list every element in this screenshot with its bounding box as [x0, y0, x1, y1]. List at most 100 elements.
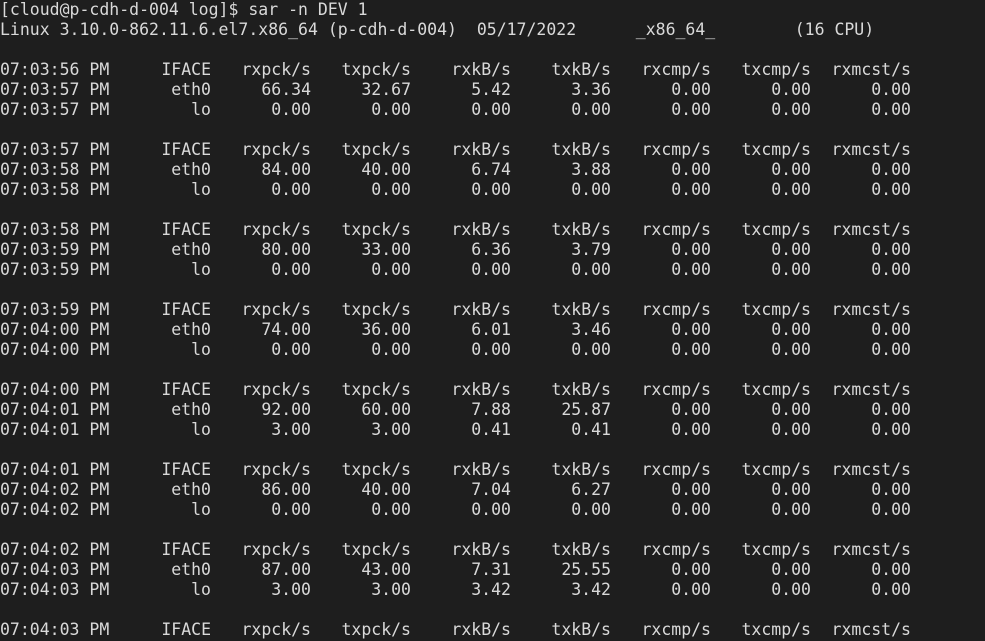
row-value-rxcmp-per-s: 0.00	[671, 100, 711, 119]
stat-row: 07:04:01 PM lo 3.00 3.00 0.41 0.41 0.00 0.00 0.0…	[0, 420, 985, 440]
row-value-txcmp-per-s: 0.00	[771, 240, 811, 259]
terminal-window[interactable]: [cloud@p-cdh-d-004 log]$ sar -n DEV 1 Li…	[0, 0, 985, 641]
stat-row: 07:03:59 PM eth0 80.00 33.00 6.36 3.79 0.00 0.0…	[0, 240, 985, 260]
column-header-rxpck-per-s: rxpck/s	[241, 220, 311, 239]
row-value-rxcmp-per-s: 0.00	[671, 180, 711, 199]
column-header-rxmcst-per-s: rxmcst/s	[831, 300, 911, 319]
row-value-txpck-per-s: 32.67	[361, 80, 411, 99]
row-value-rxpck-per-s: 0.00	[271, 180, 311, 199]
row-value-txpck-per-s: 0.00	[371, 340, 411, 359]
column-header-txcmp-per-s: txcmp/s	[741, 140, 811, 159]
column-header-txkB-per-s: txkB/s	[551, 220, 611, 239]
stat-row: 07:04:00 PM lo 0.00 0.00 0.00 0.00 0.00 0.00 0.0…	[0, 340, 985, 360]
row-iface: eth0	[171, 80, 211, 99]
header-time: 07:04:02 PM	[0, 540, 110, 559]
row-value-rxkB-per-s: 0.00	[471, 260, 511, 279]
row-iface: lo	[191, 500, 211, 519]
column-header-rxcmp-per-s: rxcmp/s	[641, 300, 711, 319]
column-header-rxkB-per-s: rxkB/s	[451, 460, 511, 479]
row-value-rxpck-per-s: 86.00	[261, 480, 311, 499]
row-value-rxmcst-per-s: 0.00	[871, 420, 911, 439]
column-header-txpck-per-s: txpck/s	[341, 380, 411, 399]
row-value-rxpck-per-s: 3.00	[271, 580, 311, 599]
row-value-rxcmp-per-s: 0.00	[671, 320, 711, 339]
row-value-rxpck-per-s: 92.00	[261, 400, 311, 419]
row-time: 07:04:00 PM	[0, 320, 110, 339]
row-time: 07:04:03 PM	[0, 580, 110, 599]
row-value-txpck-per-s: 60.00	[361, 400, 411, 419]
row-value-rxkB-per-s: 7.31	[471, 560, 511, 579]
row-value-rxmcst-per-s: 0.00	[871, 500, 911, 519]
column-header-rxmcst-per-s: rxmcst/s	[831, 460, 911, 479]
column-header-rxpck-per-s: rxpck/s	[241, 620, 311, 639]
row-value-txpck-per-s: 0.00	[371, 180, 411, 199]
stat-row: 07:04:03 PM lo 3.00 3.00 3.42 3.42 0.00 0.00 0.0…	[0, 580, 985, 600]
row-value-txkB-per-s: 0.00	[571, 100, 611, 119]
row-value-rxpck-per-s: 0.00	[271, 260, 311, 279]
column-header-row: 07:04:02 PM IFACE rxpck/s txpck/s rxkB/s txkB…	[0, 540, 985, 560]
column-header-rxkB-per-s: rxkB/s	[451, 140, 511, 159]
row-value-rxmcst-per-s: 0.00	[871, 560, 911, 579]
row-time: 07:03:58 PM	[0, 160, 110, 179]
row-time: 07:04:02 PM	[0, 480, 110, 499]
column-header-txpck-per-s: txpck/s	[341, 460, 411, 479]
column-header-txkB-per-s: txkB/s	[551, 380, 611, 399]
column-header-rxpck-per-s: rxpck/s	[241, 380, 311, 399]
column-header-rxpck-per-s: rxpck/s	[241, 460, 311, 479]
column-header-rxpck-per-s: rxpck/s	[241, 60, 311, 79]
column-header-rxcmp-per-s: rxcmp/s	[641, 620, 711, 639]
row-value-txcmp-per-s: 0.00	[771, 180, 811, 199]
column-header-txpck-per-s: txpck/s	[341, 300, 411, 319]
row-value-rxcmp-per-s: 0.00	[671, 400, 711, 419]
row-value-txkB-per-s: 3.42	[571, 580, 611, 599]
row-time: 07:04:01 PM	[0, 400, 110, 419]
row-value-txkB-per-s: 3.79	[571, 240, 611, 259]
command-prompt-line: [cloud@p-cdh-d-004 log]$ sar -n DEV 1	[0, 0, 368, 19]
row-value-txkB-per-s: 3.88	[571, 160, 611, 179]
row-value-txkB-per-s: 0.41	[571, 420, 611, 439]
row-value-txkB-per-s: 3.36	[571, 80, 611, 99]
column-header-iface: IFACE	[161, 300, 211, 319]
column-header-rxmcst-per-s: rxmcst/s	[831, 220, 911, 239]
row-iface: lo	[191, 580, 211, 599]
column-header-rxmcst-per-s: rxmcst/s	[831, 540, 911, 559]
row-value-rxcmp-per-s: 0.00	[671, 160, 711, 179]
column-header-txkB-per-s: txkB/s	[551, 140, 611, 159]
row-value-txpck-per-s: 43.00	[361, 560, 411, 579]
row-value-rxkB-per-s: 0.41	[471, 420, 511, 439]
column-header-iface: IFACE	[161, 620, 211, 639]
stat-row: 07:04:00 PM eth0 74.00 36.00 6.01 3.46 0.00 0.0…	[0, 320, 985, 340]
stat-row: 07:04:02 PM eth0 86.00 40.00 7.04 6.27 0.00 0.0…	[0, 480, 985, 500]
row-value-txcmp-per-s: 0.00	[771, 260, 811, 279]
stat-row: 07:04:03 PM eth0 87.00 43.00 7.31 25.55 0.00 0.…	[0, 560, 985, 580]
column-header-rxkB-per-s: rxkB/s	[451, 300, 511, 319]
column-header-iface: IFACE	[161, 60, 211, 79]
column-header-rxmcst-per-s: rxmcst/s	[831, 380, 911, 399]
column-header-row: 07:04:03 PM IFACE rxpck/s txpck/s rxkB/s txkB…	[0, 620, 985, 640]
row-value-rxmcst-per-s: 0.00	[871, 320, 911, 339]
row-value-rxkB-per-s: 0.00	[471, 500, 511, 519]
row-value-txpck-per-s: 40.00	[361, 480, 411, 499]
row-value-rxmcst-per-s: 0.00	[871, 240, 911, 259]
stat-row: 07:03:58 PM lo 0.00 0.00 0.00 0.00 0.00 0.00 0.0…	[0, 180, 985, 200]
header-time: 07:03:59 PM	[0, 300, 110, 319]
row-iface: eth0	[171, 160, 211, 179]
column-header-txpck-per-s: txpck/s	[341, 620, 411, 639]
column-header-rxpck-per-s: rxpck/s	[241, 540, 311, 559]
row-value-rxpck-per-s: 3.00	[271, 420, 311, 439]
row-value-rxmcst-per-s: 0.00	[871, 400, 911, 419]
column-header-row: 07:03:59 PM IFACE rxpck/s txpck/s rxkB/s txkB…	[0, 300, 985, 320]
column-header-txcmp-per-s: txcmp/s	[741, 460, 811, 479]
row-value-txcmp-per-s: 0.00	[771, 160, 811, 179]
row-value-rxmcst-per-s: 0.00	[871, 100, 911, 119]
row-value-rxkB-per-s: 3.42	[471, 580, 511, 599]
row-value-rxmcst-per-s: 0.00	[871, 180, 911, 199]
column-header-txpck-per-s: txpck/s	[341, 140, 411, 159]
row-time: 07:03:59 PM	[0, 240, 110, 259]
row-value-rxkB-per-s: 6.74	[471, 160, 511, 179]
row-value-rxcmp-per-s: 0.00	[671, 80, 711, 99]
column-header-txkB-per-s: txkB/s	[551, 460, 611, 479]
row-iface: eth0	[171, 400, 211, 419]
stat-row: 07:04:01 PM eth0 92.00 60.00 7.88 25.87 0.00 0.…	[0, 400, 985, 420]
